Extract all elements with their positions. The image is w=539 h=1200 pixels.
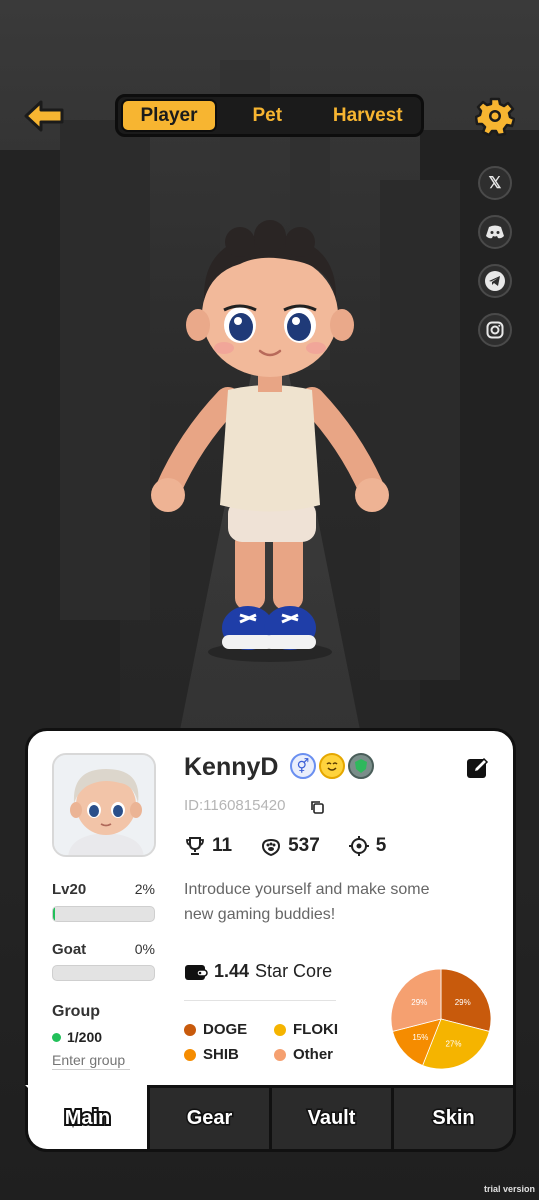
group-count-value: 1/200 <box>67 1029 103 1045</box>
legend-item-floki: FLOKI <box>274 1021 374 1038</box>
legend-swatch <box>274 1048 286 1061</box>
player-id: ID:1160815420 <box>184 797 286 814</box>
legend-item-shib: SHIB <box>184 1046 274 1063</box>
building <box>60 120 150 620</box>
legend-label: Other <box>293 1046 334 1063</box>
badge-list: ⚥ <box>290 753 374 779</box>
tab-player[interactable]: Player <box>121 99 217 132</box>
legend-swatch <box>184 1048 196 1061</box>
shield-icon <box>355 759 367 773</box>
goat-label: Goat <box>52 941 87 958</box>
x-button[interactable]: 𝕏 <box>478 166 512 200</box>
gender-icon[interactable]: ⚥ <box>290 753 316 779</box>
emoji-icon[interactable] <box>319 753 345 779</box>
back-button[interactable] <box>22 96 66 136</box>
target-count: 5 <box>375 835 387 856</box>
wallet-amount: 1.44 <box>214 961 250 981</box>
instagram-icon <box>486 321 504 339</box>
paw-icon <box>262 838 281 857</box>
copy-icon[interactable] <box>310 800 324 814</box>
wallet-icon <box>185 964 208 980</box>
pie-label: 27% <box>445 1040 461 1049</box>
wallet-unit: Star Core <box>255 961 333 981</box>
group-label: Group <box>52 1003 100 1020</box>
gear-icon <box>474 97 516 137</box>
tab-main[interactable]: Main <box>25 1085 150 1152</box>
player-character[interactable] <box>140 220 400 670</box>
settings-button[interactable] <box>474 96 516 137</box>
tab-vault-label: Vault <box>306 1106 357 1131</box>
instagram-button[interactable] <box>478 313 512 347</box>
holdings-pie-chart: 29% 27% 15% 29% <box>390 968 492 1070</box>
stats-row: 11 537 5 <box>184 835 386 857</box>
divider <box>184 1000 336 1001</box>
x-icon: 𝕏 <box>488 175 502 192</box>
avatar-image <box>54 755 154 855</box>
group-count: 1/200 <box>52 1029 102 1045</box>
holdings-legend: DOGE FLOKI SHIB Other <box>184 1021 379 1063</box>
telegram-button[interactable] <box>478 264 512 298</box>
edit-profile-button[interactable] <box>465 755 491 781</box>
legend-swatch <box>184 1023 196 1036</box>
legend-item-other: Other <box>274 1046 374 1063</box>
intro-text[interactable]: Introduce yourself and make some new gam… <box>184 877 454 927</box>
username: KennyD <box>184 753 279 781</box>
trophy-stat: 11 <box>184 835 232 857</box>
goat-percent: 0% <box>134 941 155 957</box>
discord-button[interactable] <box>478 215 512 249</box>
tab-gear[interactable]: Gear <box>147 1085 272 1152</box>
telegram-icon <box>485 271 505 291</box>
trophy-icon <box>186 837 204 855</box>
level-row: Lv20 2% <box>52 881 155 898</box>
legend-label: SHIB <box>203 1046 239 1063</box>
legend-label: FLOKI <box>293 1021 338 1038</box>
discord-icon <box>486 225 504 239</box>
legend-label: DOGE <box>203 1021 248 1038</box>
tab-pet[interactable]: Pet <box>217 99 318 132</box>
tab-vault[interactable]: Vault <box>269 1085 394 1152</box>
wallet: 1.44 Star Core <box>184 961 332 982</box>
rank-badge-icon[interactable] <box>348 753 374 779</box>
arrow-left-icon <box>24 100 64 132</box>
level-progress-bar <box>52 906 155 922</box>
tab-main-label: Main <box>63 1105 113 1131</box>
goat-row: Goat 0% <box>52 941 155 958</box>
bottom-tab-bar: Main Gear Vault Skin <box>25 1085 516 1152</box>
watermark: trial version <box>483 1184 535 1194</box>
level-percent: 2% <box>134 881 155 897</box>
top-tab-bar: Player Pet Harvest <box>115 94 424 137</box>
target-stat: 5 <box>348 835 387 857</box>
tab-harvest[interactable]: Harvest <box>318 99 419 132</box>
edit-icon <box>467 757 489 778</box>
goat-progress-bar <box>52 965 155 981</box>
tab-skin[interactable]: Skin <box>391 1085 516 1152</box>
paw-stat: 537 <box>260 835 320 857</box>
trophy-count: 11 <box>212 835 233 856</box>
crosshair-icon <box>348 836 369 856</box>
tab-gear-label: Gear <box>185 1106 234 1131</box>
pie-label: 15% <box>412 1033 428 1042</box>
smile-face-icon <box>326 762 338 771</box>
level-progress-fill <box>53 907 56 921</box>
tab-skin-label: Skin <box>431 1106 476 1131</box>
online-dot <box>52 1032 61 1042</box>
avatar[interactable] <box>52 753 156 857</box>
level-label: Lv20 <box>52 881 87 898</box>
legend-swatch <box>274 1023 286 1036</box>
pie-label: 29% <box>411 998 427 1007</box>
group-input[interactable] <box>52 1051 130 1070</box>
legend-item-doge: DOGE <box>184 1021 274 1038</box>
pie-label: 29% <box>455 998 471 1007</box>
paw-count: 537 <box>288 835 320 856</box>
